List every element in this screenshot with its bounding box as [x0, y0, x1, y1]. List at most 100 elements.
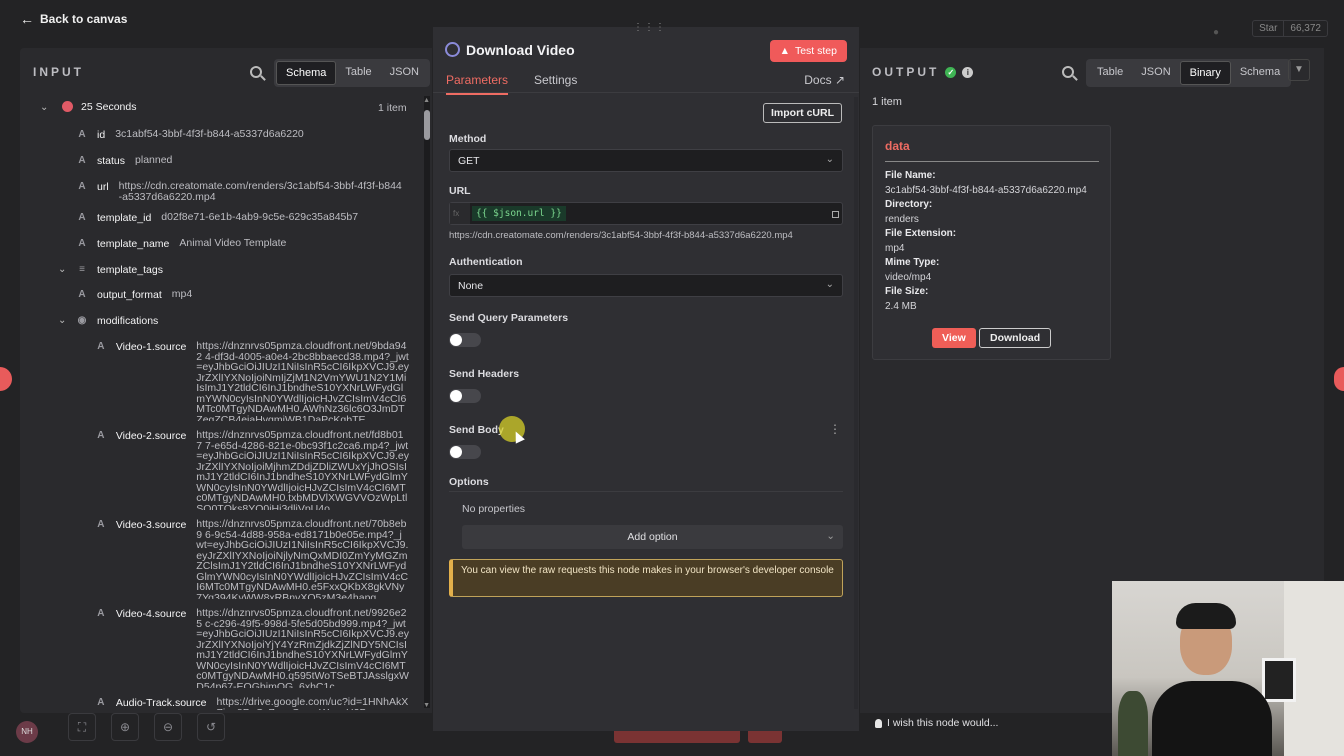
input-schema-tree: ⌄ 25 Seconds 1 item A id 3c1abf54-3bbf-4…	[20, 100, 420, 710]
directory-value: renders	[885, 214, 919, 225]
field-key: status	[97, 155, 126, 167]
size-value: 2.4 MB	[885, 301, 917, 312]
string-type-icon: A	[78, 289, 86, 300]
flask-icon: ▲	[779, 45, 790, 57]
tree-field[interactable]: A Video-2.source https://dnznrvs05pmza.c…	[94, 430, 409, 510]
github-star-count: 66,372	[1283, 21, 1327, 36]
node-icon	[62, 101, 73, 112]
tree-field[interactable]: A status planned	[75, 155, 405, 167]
input-view-json[interactable]: JSON	[381, 61, 428, 85]
tree-field[interactable]: A template_id d02f8e71-6e1b-4ab9-9c5e-62…	[75, 212, 405, 224]
search-icon[interactable]	[1062, 66, 1074, 78]
expand-icon[interactable]	[832, 211, 839, 218]
field-key: template_name	[97, 238, 170, 250]
send-headers-toggle[interactable]	[449, 389, 481, 403]
input-scrollbar-thumb[interactable]	[424, 110, 430, 140]
search-icon[interactable]	[250, 66, 262, 78]
tree-field[interactable]: A Video-4.source https://dnznrvs05pmza.c…	[94, 608, 409, 688]
tree-field[interactable]: A url https://cdn.creatomate.com/renders…	[75, 181, 405, 202]
docs-link[interactable]: Docs ↗	[804, 73, 845, 87]
binary-property-name: data	[885, 139, 910, 153]
output-view-table[interactable]: Table	[1088, 61, 1132, 85]
tree-field[interactable]: A id 3c1abf54-3bbf-4f3f-b844-a5337d6a622…	[75, 129, 405, 141]
delete-button[interactable]	[748, 731, 782, 743]
pin-icon[interactable]: ▼	[1288, 59, 1310, 81]
tree-field[interactable]: A Video-3.source https://dnznrvs05pmza.c…	[94, 519, 409, 599]
field-value: https://dnznrvs05pmza.cloudfront.net/992…	[196, 608, 409, 688]
github-star-label: Star	[1259, 23, 1278, 34]
fit-view-icon[interactable]: ⛶	[68, 713, 96, 741]
chevron-down-icon[interactable]: ⌄	[58, 264, 66, 275]
field-value: mp4	[171, 288, 193, 300]
chevron-down-icon[interactable]: ⌄	[58, 315, 66, 326]
input-panel: INPUT Schema Table JSON ⌄ 25 Seconds 1 i…	[20, 48, 432, 713]
parameters-panel: Import cURL Method GET ⌄ URL fx {{ $json…	[433, 94, 859, 731]
send-query-toggle[interactable]	[449, 333, 481, 347]
undo-icon[interactable]: ↺	[197, 713, 225, 741]
drag-handle-icon[interactable]: ⋮⋮⋮	[633, 22, 666, 33]
download-button[interactable]: Download	[979, 328, 1052, 348]
chevron-down-icon: ⌄	[825, 154, 834, 165]
scroll-down-icon[interactable]: ▼	[423, 702, 430, 709]
tree-field[interactable]: A output_format mp4	[75, 289, 405, 301]
method-select[interactable]: GET ⌄	[449, 149, 843, 172]
field-key: id	[97, 129, 106, 141]
chevron-down-icon[interactable]: ⌄	[40, 102, 48, 113]
execute-workflow-button[interactable]	[614, 731, 740, 743]
import-curl-button[interactable]: Import cURL	[763, 103, 842, 123]
file-name-label: File Name:	[885, 170, 936, 181]
zoom-out-icon[interactable]: ⊖	[154, 713, 182, 741]
tree-root-count: 1 item	[378, 102, 407, 114]
chevron-down-icon: ⌄	[825, 279, 834, 290]
tree-root[interactable]: 25 Seconds	[62, 101, 146, 113]
field-key: Video-1.source	[115, 341, 187, 353]
string-type-icon: A	[97, 430, 105, 441]
field-value: 3c1abf54-3bbf-4f3f-b844-a5337d6a6220	[115, 128, 304, 140]
tab-parameters[interactable]: Parameters	[446, 73, 509, 95]
tree-field-object[interactable]: ◉ modifications	[75, 315, 168, 327]
developer-console-notice: You can view the raw requests this node …	[449, 559, 843, 597]
output-view-binary[interactable]: Binary	[1179, 61, 1231, 85]
input-connector-handle[interactable]	[0, 367, 12, 391]
node-modal: ⋮⋮⋮ Download Video ▲ Test step Parameter…	[433, 22, 859, 731]
view-button[interactable]: View	[932, 328, 976, 348]
field-key: modifications	[97, 315, 159, 327]
feedback-link[interactable]: I wish this node would...	[875, 717, 998, 729]
input-view-schema[interactable]: Schema	[276, 61, 337, 85]
input-scrollbar[interactable]	[424, 96, 430, 708]
tab-settings[interactable]: Settings	[534, 73, 577, 93]
tree-field[interactable]: A Audio-Track.source https://drive.googl…	[94, 697, 409, 710]
url-resolved-value: https://cdn.creatomate.com/renders/3c1ab…	[449, 230, 793, 241]
field-key: Video-2.source	[115, 430, 187, 442]
output-view-schema[interactable]: Schema	[1231, 61, 1289, 85]
back-to-canvas-button[interactable]: ← Back to canvas	[20, 11, 127, 27]
input-view-table[interactable]: Table	[336, 61, 380, 85]
tree-field[interactable]: A Video-1.source https://dnznrvs05pmza.c…	[94, 341, 409, 421]
string-type-icon: A	[97, 697, 105, 708]
authentication-select[interactable]: None ⌄	[449, 274, 843, 297]
output-view-json[interactable]: JSON	[1132, 61, 1179, 85]
node-title[interactable]: Download Video	[466, 42, 575, 58]
field-value: https://drive.google.com/uc?id=1HNhAkXZj…	[216, 697, 409, 710]
card-divider	[885, 161, 1099, 162]
webcam-picture-frame	[1262, 658, 1296, 702]
more-options-icon[interactable]: ⋮	[829, 422, 841, 436]
directory-label: Directory:	[885, 199, 933, 210]
tree-field[interactable]: A template_name Animal Video Template	[75, 238, 405, 250]
tree-field-array[interactable]: ≡ template_tags	[75, 264, 173, 276]
test-step-button[interactable]: ▲ Test step	[769, 40, 847, 62]
options-divider	[449, 491, 843, 492]
modal-scrollbar[interactable]	[854, 97, 858, 709]
mime-label: Mime Type:	[885, 257, 940, 268]
github-star-widget[interactable]: Star 66,372	[1252, 20, 1328, 37]
add-option-button[interactable]: Add option ⌄	[462, 525, 843, 549]
scroll-up-icon[interactable]: ▲	[423, 97, 430, 104]
zoom-in-icon[interactable]: ⊕	[111, 713, 139, 741]
info-icon[interactable]: i	[962, 66, 974, 78]
field-value: Animal Video Template	[179, 237, 287, 249]
avatar[interactable]: NH	[16, 721, 38, 743]
url-expression-input[interactable]: fx {{ $json.url }}	[449, 202, 843, 225]
send-body-toggle[interactable]	[449, 445, 481, 459]
output-connector-handle[interactable]	[1334, 367, 1344, 391]
success-check-icon: ✓	[945, 66, 957, 78]
